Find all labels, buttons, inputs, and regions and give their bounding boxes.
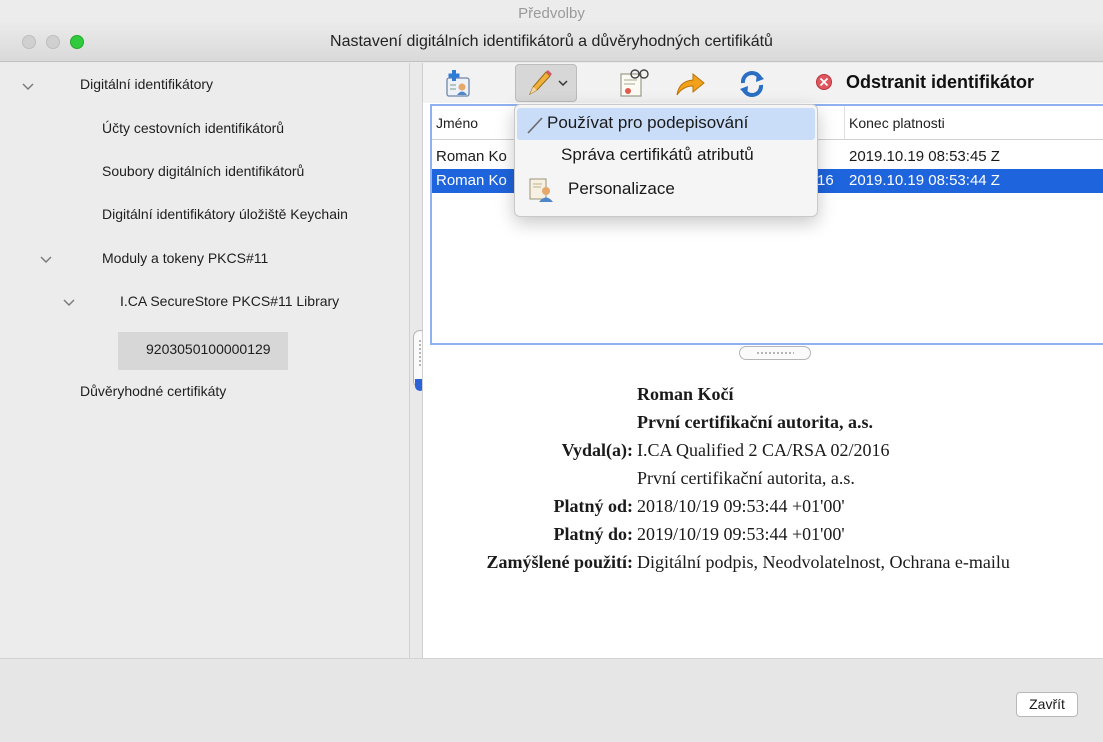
remove-icon[interactable]	[815, 73, 833, 91]
chevron-down-icon[interactable]	[63, 296, 75, 308]
titlebar: Nastavení digitálních identifikátorů a d…	[0, 22, 1103, 62]
table-row-expiry[interactable]: 2019.10.19 08:53:44 Z	[845, 170, 1000, 192]
dialog-footer: Zavřít	[0, 658, 1103, 742]
tree-item-roaming-accounts[interactable]: Účty cestovních identifikátorů	[102, 120, 284, 136]
pencil-line-icon	[527, 117, 543, 134]
refresh-button[interactable]	[733, 67, 771, 101]
valid-to-label: Platný do:	[553, 524, 633, 544]
table-row-name[interactable]: Roman Ko	[432, 170, 507, 192]
tree-item-keychain[interactable]: Digitální identifikátory úložiště Keycha…	[102, 206, 348, 222]
issued-by-value: I.CA Qualified 2 CA/RSA 02/2016	[637, 440, 890, 460]
add-id-icon	[446, 70, 470, 97]
personalize-icon	[529, 178, 553, 202]
background-window-title: Předvolby	[0, 0, 1103, 22]
cert-subject-name: Roman Kočí	[637, 384, 734, 404]
refresh-icon	[740, 71, 764, 97]
curved-arrow-icon	[676, 72, 705, 96]
tree-item-digital-ids[interactable]: Digitální identifikátory	[80, 76, 213, 92]
chevron-down-icon[interactable]	[40, 253, 52, 265]
table-row-expiry[interactable]: 2019.10.19 08:53:45 Z	[845, 146, 1000, 168]
column-header-expiry[interactable]: Konec platnosti	[844, 106, 1103, 140]
tree-item-library[interactable]: I.CA SecureStore PKCS#11 Library	[120, 293, 339, 309]
close-button[interactable]: Zavřít	[1016, 692, 1078, 717]
chevron-down-icon	[558, 80, 568, 87]
valid-from-value: 2018/10/19 09:53:44 +01'00'	[637, 496, 845, 516]
pencil-icon	[528, 70, 552, 96]
intended-usage-value: Digitální podpis, Neodvolatelnost, Ochra…	[637, 552, 1010, 572]
horizontal-splitter[interactable]	[739, 346, 811, 360]
id-tree: Digitální identifikátory Účty cestovních…	[0, 63, 410, 658]
window-title: Nastavení digitálních identifikátorů a d…	[330, 33, 773, 50]
table-row-name[interactable]: Roman Ko	[432, 146, 507, 168]
menu-item-attribute-certificates[interactable]: Správa certifikátů atributů	[561, 145, 754, 165]
chevron-down-icon[interactable]	[22, 80, 34, 92]
intended-usage-label: Zamýšlené použití:	[486, 552, 634, 572]
grip-icon	[756, 351, 794, 355]
export-button[interactable]	[671, 67, 709, 101]
menu-item-use-for-signing[interactable]: Používat pro podepisování	[547, 113, 748, 133]
signing-dropdown-menu: Používat pro podepisování Správa certifi…	[514, 104, 818, 217]
use-for-signing-menu-button[interactable]	[515, 64, 577, 102]
tree-item-serial-label: 9203050100000129	[146, 341, 271, 357]
tree-item-id-files[interactable]: Soubory digitálních identifikátorů	[102, 163, 304, 179]
issued-by-label: Vydal(a):	[561, 440, 633, 460]
valid-to-value: 2019/10/19 09:53:44 +01'00'	[637, 524, 845, 544]
valid-from-label: Platný od:	[553, 496, 633, 516]
toolbar: Odstranit identifikátor	[423, 63, 1103, 103]
tree-item-pkcs-modules[interactable]: Moduly a tokeny PKCS#11	[102, 250, 268, 266]
add-id-button[interactable]	[441, 67, 475, 101]
certificate-details-button[interactable]	[613, 67, 651, 101]
tree-item-trusted-certs[interactable]: Důvěryhodné certifikáty	[80, 383, 226, 399]
cert-subject-org: První certifikační autorita, a.s.	[637, 412, 873, 432]
menu-item-personalize[interactable]: Personalizace	[568, 179, 675, 199]
issued-by-org-value: První certifikační autorita, a.s.	[637, 468, 855, 488]
remove-id-button[interactable]: Odstranit identifikátor	[846, 72, 1034, 93]
certificate-icon	[620, 69, 649, 97]
